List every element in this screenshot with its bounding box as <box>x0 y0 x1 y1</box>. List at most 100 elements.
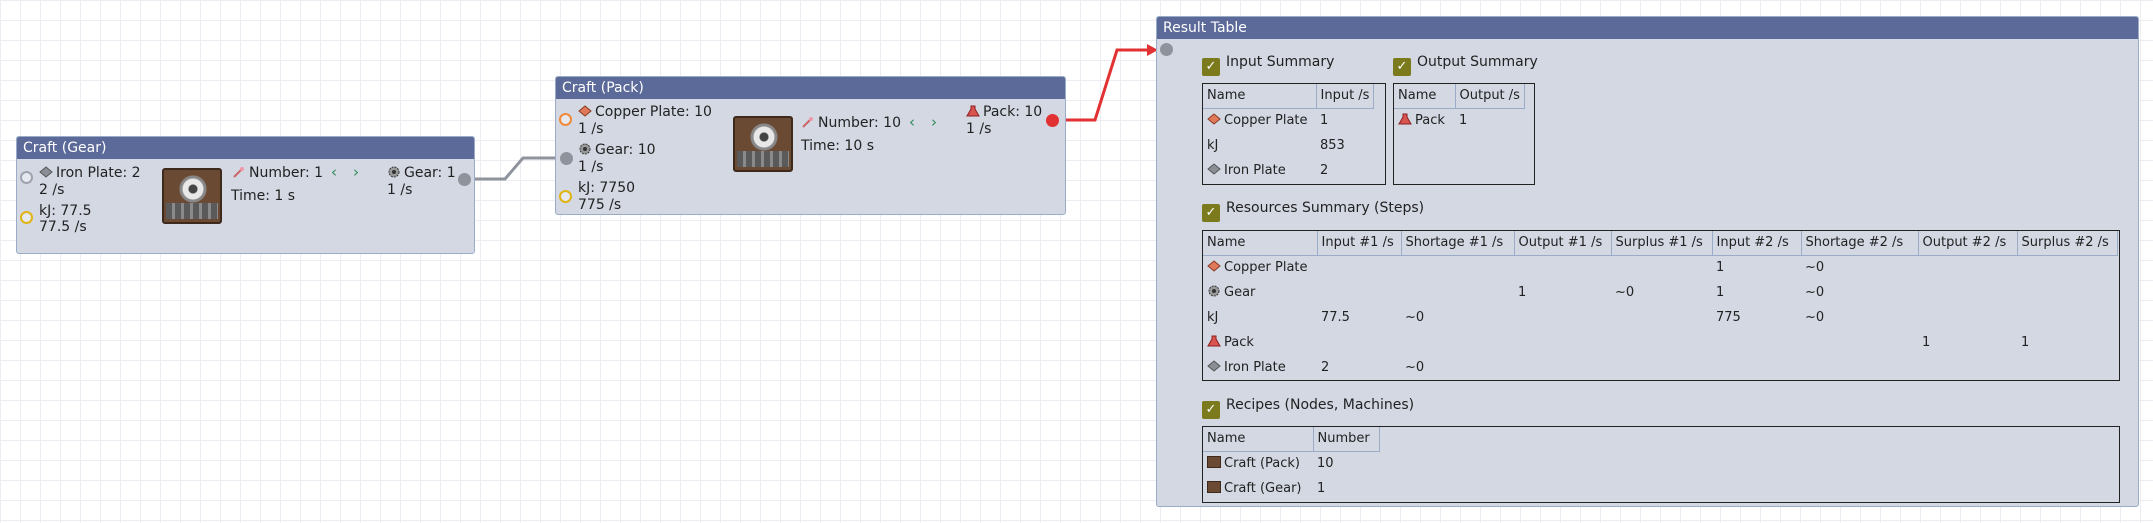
column-header: Shortage #1 /s <box>1401 231 1515 256</box>
gear-output-port[interactable] <box>458 173 471 186</box>
table-cell <box>1317 255 1401 280</box>
table-row: Craft (Pack) 10 <box>1203 451 1379 476</box>
column-header: Name <box>1203 231 1318 256</box>
gear-input-port-iron[interactable] <box>20 171 33 184</box>
pack-input-copper-label: Copper Plate: 10 <box>578 104 712 120</box>
table-cell <box>1317 330 1401 355</box>
table-cell: Craft (Gear) <box>1203 476 1313 501</box>
pack-icon <box>1398 113 1412 125</box>
gear-input-port-kj[interactable] <box>20 211 33 224</box>
table-cell: ~0 <box>1405 360 1425 375</box>
column-header: Surplus #2 /s <box>2017 231 2118 256</box>
table-cell <box>1611 255 1712 280</box>
column-header: Shortage #2 /s <box>1801 231 1919 256</box>
gear-icon <box>579 143 591 155</box>
input-summary-table: Name Input /s Copper Plate 1 kJ 853 Iron… <box>1202 83 1386 185</box>
checkbox-checked-icon[interactable]: ✓ <box>1202 58 1220 76</box>
table-cell <box>1918 355 2017 380</box>
pack-input-port-gear[interactable] <box>560 152 573 165</box>
gear-number-increase-icon[interactable]: › <box>353 164 359 180</box>
column-header: Input /s <box>1316 84 1375 109</box>
table-row: Gear 1 ~0 1 ~0 <box>1203 280 2117 305</box>
table-row: Copper Plate 1 <box>1203 108 1374 133</box>
table-row: Pack 1 1 <box>1203 330 2117 355</box>
pack-input-kj-name: kJ: 7750 <box>578 180 636 196</box>
gear-time: Time: 1 s <box>231 188 296 204</box>
pack-input-gear-label: Gear: 10 <box>578 142 656 158</box>
pack-number-decrease-icon[interactable]: ‹ <box>909 114 915 130</box>
column-header: Name <box>1394 84 1456 109</box>
gear-output-rate: 1 /s <box>387 182 413 198</box>
column-header: Number <box>1313 427 1380 452</box>
table-cell <box>2017 305 2117 330</box>
table-cell <box>1611 330 1712 355</box>
recipes-toggle[interactable]: ✓ Recipes (Nodes, Machines) <box>1202 395 1414 419</box>
table-row: kJ 77.5 ~0 775 ~0 <box>1203 305 2117 330</box>
table-cell: 1 <box>2021 335 2030 350</box>
result-table-title[interactable]: Result Table <box>1157 17 2138 39</box>
table-row: Copper Plate 1 ~0 <box>1203 255 2117 280</box>
table-cell <box>1801 355 1918 380</box>
table-cell <box>1514 255 1611 280</box>
table-cell <box>1801 330 1918 355</box>
table-row: Craft (Gear) 1 <box>1203 476 1379 501</box>
gear-input-iron-rate: 2 /s <box>39 182 65 198</box>
table-cell <box>1514 305 1611 330</box>
link-pack-to-result[interactable] <box>1061 48 1150 122</box>
table-cell <box>1918 305 2017 330</box>
table-cell: 1 <box>1716 285 1725 300</box>
table-cell: kJ <box>1207 138 1219 153</box>
resources-summary-toggle[interactable]: ✓ Resources Summary (Steps) <box>1202 198 1424 222</box>
craft-pack-node[interactable]: Craft (Pack) Copper Plate: 10 1 /s Gear:… <box>555 76 1066 215</box>
table-cell <box>1918 280 2017 305</box>
gear-input-kj-rate: 77.5 /s <box>39 219 87 235</box>
table-row: kJ 853 <box>1203 133 1374 158</box>
recipes-table: Name Number Craft (Pack) 10 Craft (Gear)… <box>1202 426 2120 503</box>
table-cell: Iron Plate <box>1203 158 1316 183</box>
craft-pack-title[interactable]: Craft (Pack) <box>556 77 1065 99</box>
checkbox-checked-icon[interactable]: ✓ <box>1393 58 1411 76</box>
assembler-icon <box>1207 456 1221 469</box>
craft-gear-node[interactable]: Craft (Gear) Iron Plate: 2 2 /s kJ: 77.5… <box>16 136 475 254</box>
table-cell: ~0 <box>1805 285 1825 300</box>
wrench-icon <box>233 167 244 178</box>
result-input-port[interactable] <box>1160 43 1173 56</box>
table-cell <box>1514 355 1611 380</box>
pack-output-port[interactable] <box>1046 114 1059 127</box>
table-cell: ~0 <box>1405 310 1425 325</box>
table-cell <box>1401 280 1514 305</box>
input-summary-toggle[interactable]: ✓ Input Summary <box>1202 52 1334 76</box>
table-cell <box>1514 330 1611 355</box>
wrench-icon <box>802 117 813 128</box>
table-cell <box>1611 305 1712 330</box>
checkbox-checked-icon[interactable]: ✓ <box>1202 204 1220 222</box>
table-cell <box>1317 280 1401 305</box>
pack-input-port-kj[interactable] <box>559 190 572 203</box>
column-header: Input #1 /s <box>1317 231 1402 256</box>
table-cell <box>1712 355 1801 380</box>
table-cell: Copper Plate <box>1203 108 1316 133</box>
table-cell: ~0 <box>1805 260 1825 276</box>
table-cell: 2 <box>1320 163 1329 178</box>
result-table-node[interactable]: Result Table ✓ Input Summary ✓ Output Summ… <box>1156 16 2139 507</box>
pack-number-increase-icon[interactable]: › <box>931 114 937 130</box>
table-cell: Copper Plate <box>1203 255 1317 280</box>
link-gear-to-pack[interactable] <box>475 156 558 181</box>
checkbox-checked-icon[interactable]: ✓ <box>1202 401 1220 419</box>
pack-number-label: Number: 10 <box>801 115 901 131</box>
resources-summary-table: Name Input #1 /s Shortage #1 /s Output #… <box>1202 230 2120 381</box>
column-header: Output #2 /s <box>1918 231 2018 256</box>
table-cell: Iron Plate <box>1203 355 1317 380</box>
gear-number-decrease-icon[interactable]: ‹ <box>331 164 337 180</box>
gear-input-iron-label: Iron Plate: 2 <box>39 165 141 181</box>
column-header: Output #1 /s <box>1514 231 1612 256</box>
column-header: Surplus #1 /s <box>1611 231 1713 256</box>
iron-plate-icon <box>1207 360 1221 372</box>
iron-plate-icon <box>39 166 53 178</box>
gear-icon <box>388 166 400 178</box>
output-summary-toggle[interactable]: ✓ Output Summary <box>1393 52 1538 76</box>
table-cell: ~0 <box>1805 310 1825 325</box>
craft-gear-title[interactable]: Craft (Gear) <box>17 137 474 159</box>
pack-input-port-copper[interactable] <box>559 113 572 126</box>
pack-input-gear-rate: 1 /s <box>578 159 604 175</box>
